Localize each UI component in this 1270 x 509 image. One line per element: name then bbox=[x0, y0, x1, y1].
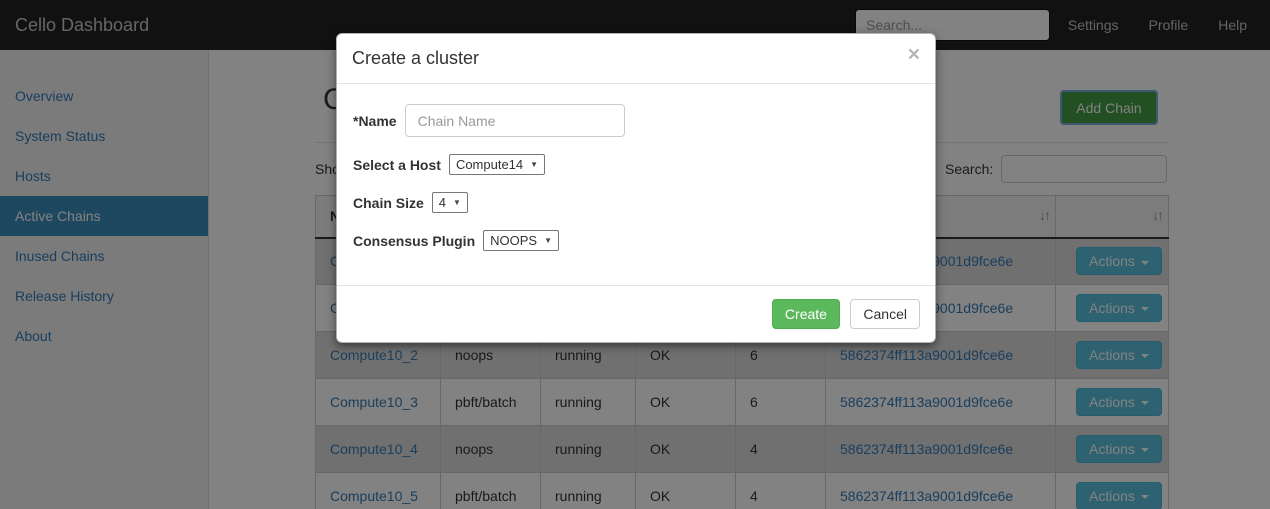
page: Cello Dashboard Settings Profile Help Ov… bbox=[0, 0, 1270, 509]
consensus-plugin-value: NOOPS bbox=[490, 233, 537, 248]
host-select-value: Compute14 bbox=[456, 157, 523, 172]
plugin-field-label: Consensus Plugin bbox=[353, 233, 475, 249]
size-field-label: Chain Size bbox=[353, 195, 424, 211]
name-form-row: *Name bbox=[353, 104, 919, 137]
chevron-down-icon: ▼ bbox=[453, 198, 461, 207]
modal-header: Create a cluster × bbox=[337, 34, 935, 84]
chain-name-input[interactable] bbox=[405, 104, 625, 137]
host-form-row: Select a Host Compute14 ▼ bbox=[353, 154, 919, 175]
modal-footer: Create Cancel bbox=[337, 285, 935, 342]
size-form-row: Chain Size 4 ▼ bbox=[353, 192, 919, 213]
create-button[interactable]: Create bbox=[772, 299, 840, 329]
modal-body: *Name Select a Host Compute14 ▼ Chain Si… bbox=[337, 84, 935, 251]
plugin-form-row: Consensus Plugin NOOPS ▼ bbox=[353, 230, 919, 251]
host-field-label: Select a Host bbox=[353, 157, 441, 173]
chevron-down-icon: ▼ bbox=[530, 160, 538, 169]
chevron-down-icon: ▼ bbox=[544, 236, 552, 245]
name-field-label: *Name bbox=[353, 113, 397, 129]
host-select[interactable]: Compute14 ▼ bbox=[449, 154, 545, 175]
cancel-button[interactable]: Cancel bbox=[850, 299, 920, 329]
chain-size-select[interactable]: 4 ▼ bbox=[432, 192, 468, 213]
chain-size-value: 4 bbox=[439, 195, 446, 210]
modal-title: Create a cluster bbox=[352, 48, 479, 68]
consensus-plugin-select[interactable]: NOOPS ▼ bbox=[483, 230, 559, 251]
create-cluster-modal: Create a cluster × *Name Select a Host C… bbox=[336, 33, 936, 343]
close-icon[interactable]: × bbox=[908, 44, 920, 65]
